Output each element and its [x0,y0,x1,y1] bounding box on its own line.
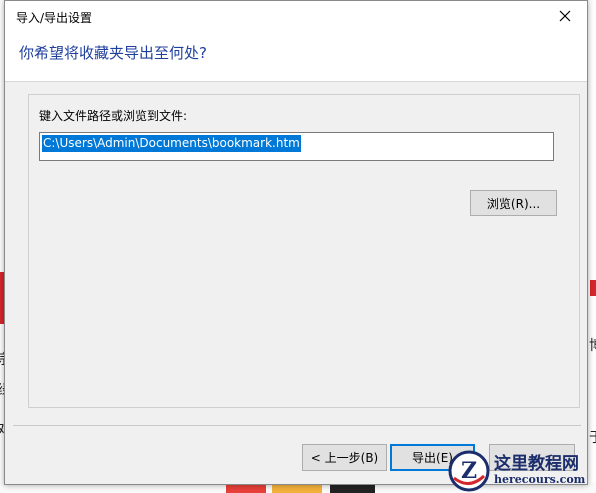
title-bar: 导入/导出设置 [5,1,587,32]
dialog-title: 导入/导出设置 [16,11,93,25]
watermark-title: 这里教程网 [494,454,579,475]
close-icon [559,10,571,22]
watermark: Z 这里教程网 herecours.com [448,448,596,493]
back-button[interactable]: < 上一步(B) [302,444,387,471]
footer-divider [13,425,581,426]
background-red-marker [590,280,596,296]
watermark-text: 这里教程网 herecours.com [494,455,585,486]
close-button[interactable] [545,2,585,30]
path-label: 键入文件路径或浏览到文件: [39,109,188,123]
page-question: 你希望将收藏夹导出至何处? [19,44,207,62]
svg-text:Z: Z [461,458,477,484]
file-path-value: C:\Users\Admin\Documents\bookmark.htm [42,135,301,152]
z-logo-icon: Z [448,450,490,491]
header-area: 你希望将收藏夹导出至何处? [5,32,587,82]
browse-button[interactable]: 浏览(R)... [470,190,557,216]
file-path-input[interactable]: C:\Users\Admin\Documents\bookmark.htm [39,132,554,161]
background-text: 博 [589,338,596,354]
import-export-dialog: 导入/导出设置 你希望将收藏夹导出至何处? 键入文件路径或浏览到文件: C:\U… [4,0,588,485]
background-text: 于 [589,430,596,446]
watermark-url: herecours.com [494,472,586,486]
